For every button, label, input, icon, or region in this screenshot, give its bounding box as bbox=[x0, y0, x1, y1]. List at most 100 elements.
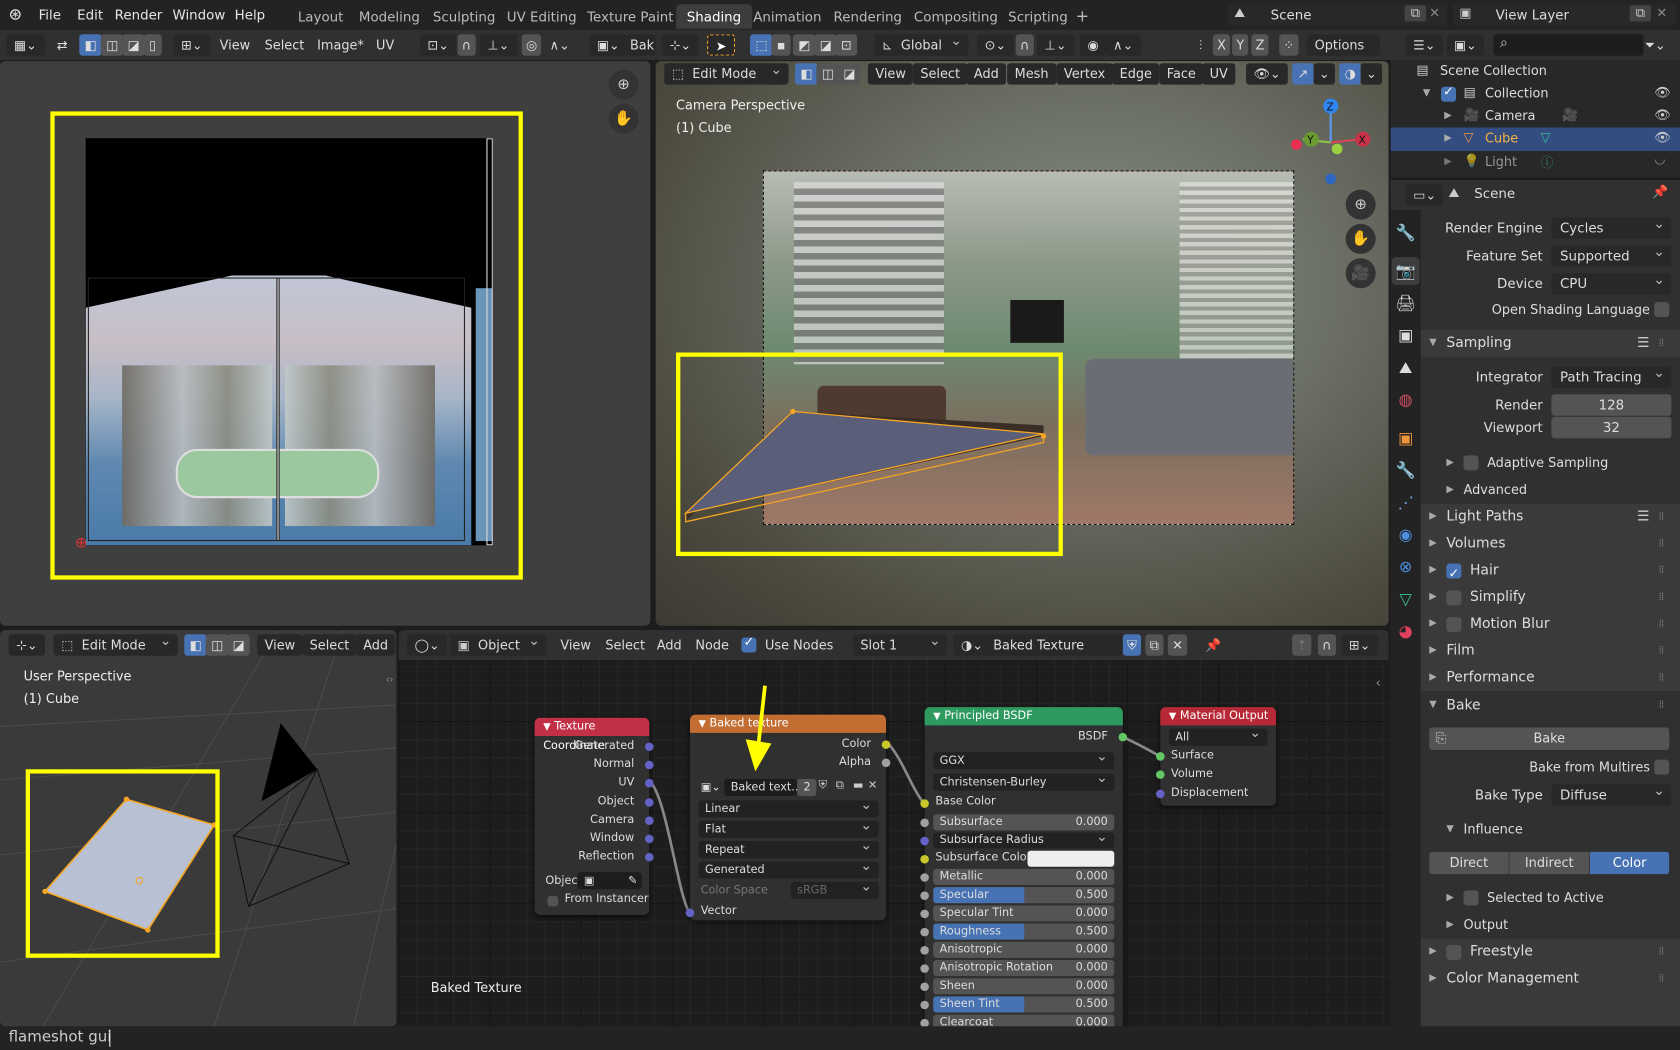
new-view-layer-icon[interactable]: ⧉ bbox=[1629, 5, 1652, 22]
node-editor[interactable]: ◯⌄ ▣ Object View Select Add Node Use Nod… bbox=[398, 629, 1389, 1027]
outliner-row-cube[interactable]: ▶ ▽ Cube ▽ 👁 bbox=[1390, 127, 1680, 152]
tab-uv-editing[interactable]: UV Editing bbox=[496, 4, 587, 29]
editor-type-button[interactable]: ▭⌄ bbox=[1405, 184, 1444, 206]
image-browse-icon[interactable]: ▣⌄ bbox=[589, 34, 628, 56]
extension-dropdown[interactable]: Repeat bbox=[698, 838, 879, 859]
menu-view[interactable]: View bbox=[212, 34, 258, 55]
new-scene-icon[interactable]: ⧉ bbox=[1404, 5, 1427, 22]
proportional-icon[interactable]: ◉ bbox=[1079, 34, 1107, 56]
advanced-subpanel[interactable]: ▶ Advanced bbox=[1421, 478, 1680, 502]
adaptive-sampling-checkbox[interactable] bbox=[1463, 455, 1479, 471]
select-box-icon[interactable]: ⬚ bbox=[749, 34, 773, 56]
scene-name[interactable]: Scene bbox=[1271, 6, 1312, 22]
new-image-icon[interactable]: ⧉ bbox=[836, 779, 844, 793]
node-image-texture[interactable]: ▼ Baked texture Color Alpha ▣⌄ Baked tex… bbox=[685, 714, 891, 921]
subsurface-slider[interactable]: Subsurface 0.000 bbox=[933, 814, 1115, 831]
output-object-socket[interactable] bbox=[644, 797, 654, 807]
output-alpha-socket[interactable] bbox=[881, 758, 891, 768]
source-dropdown[interactable]: Generated bbox=[698, 858, 879, 879]
fake-user-icon[interactable]: ⛨ bbox=[819, 779, 827, 793]
influence-direct-button[interactable]: Direct bbox=[1429, 851, 1510, 875]
input-displacement-socket[interactable] bbox=[1156, 789, 1165, 799]
input-clearcoat-socket[interactable] bbox=[920, 1018, 929, 1027]
adaptive-sampling-subpanel[interactable]: ▶ Adaptive Sampling bbox=[1421, 451, 1680, 475]
menu-help[interactable]: Help bbox=[228, 4, 271, 25]
input-volume-socket[interactable] bbox=[1156, 770, 1165, 779]
tab-modeling[interactable]: Modeling bbox=[348, 4, 430, 29]
bottom-viewport[interactable]: ⊹⌄ ⬚ Edit Mode ◧ ◫ ◪ View Select Add Use… bbox=[0, 629, 397, 1027]
panel-header-light-paths[interactable]: ▶ Light Paths ☰ ⁞⁞ bbox=[1420, 503, 1680, 531]
node-material-output[interactable]: ▼ Material Output All Surface Volume Dis… bbox=[1156, 707, 1277, 806]
menu-select[interactable]: Select bbox=[257, 34, 312, 55]
freestyle-checkbox[interactable] bbox=[1446, 944, 1462, 960]
drag-handle-icon[interactable]: ⁞⁞ bbox=[1659, 664, 1665, 691]
face-mode-icon[interactable]: ◪ bbox=[227, 634, 251, 656]
drag-handle-icon[interactable]: ⁞⁞ bbox=[1659, 692, 1665, 719]
drag-handle-icon[interactable]: ⁞⁞ bbox=[1659, 637, 1665, 664]
render-engine-dropdown[interactable]: Cycles bbox=[1551, 214, 1672, 239]
color-space-dropdown[interactable]: sRGB bbox=[790, 879, 879, 899]
osl-checkbox[interactable] bbox=[1654, 302, 1670, 318]
select-invert-icon[interactable]: ◪ bbox=[814, 34, 838, 56]
input-specular-socket[interactable] bbox=[920, 891, 929, 900]
outliner-row-light[interactable]: ▶ 💡 Light ⓘ ◡ bbox=[1391, 151, 1680, 173]
navigation-gizmo[interactable]: Z X Y bbox=[1290, 93, 1376, 189]
object-field[interactable]: ▣ ✎ bbox=[577, 872, 642, 890]
panel-header-motion-blur[interactable]: ▶ Motion Blur ⁞⁞ bbox=[1420, 610, 1680, 638]
mirror-y-button[interactable]: Y bbox=[1232, 34, 1249, 56]
pan-hand-icon[interactable]: ✋ bbox=[608, 103, 639, 134]
input-sheen-tint-socket[interactable] bbox=[920, 1000, 929, 1010]
menu-uv[interactable]: UV bbox=[369, 34, 402, 55]
feature-set-dropdown[interactable]: Supported bbox=[1551, 242, 1672, 267]
panel-header-simplify[interactable]: ▶ Simplify ⁞⁞ bbox=[1420, 583, 1680, 611]
from-instancer-checkbox[interactable] bbox=[547, 895, 559, 907]
eye-closed-icon[interactable]: ◡ bbox=[1654, 151, 1665, 166]
input-subsurface-radius-socket[interactable] bbox=[920, 836, 929, 846]
panel-checkbox[interactable] bbox=[1446, 617, 1462, 633]
clearcoat-slider[interactable]: Clearcoat 0.000 bbox=[933, 1014, 1115, 1027]
input-anisotropic-socket[interactable] bbox=[920, 946, 929, 955]
output-color-socket[interactable] bbox=[881, 740, 891, 749]
menu-file[interactable]: File bbox=[32, 4, 67, 25]
select-tool-icon[interactable]: ➤ bbox=[707, 34, 736, 56]
sheen-slider[interactable]: Sheen 0.000 bbox=[933, 978, 1115, 995]
node-texture-coordinate[interactable]: ▼ Texture Coordinate Generated Normal UV Ob… bbox=[534, 717, 654, 915]
options-dropdown[interactable]: Options bbox=[1307, 34, 1380, 56]
outliner-row-scene-collection[interactable]: ▤ Scene Collection bbox=[1391, 60, 1680, 82]
presets-icon[interactable]: ☰ bbox=[1637, 504, 1649, 531]
output-camera-socket[interactable] bbox=[644, 816, 654, 825]
view-layer-name[interactable]: View Layer bbox=[1496, 6, 1569, 22]
scene-selector[interactable]: ⛰ Scene ⧉ ✕ bbox=[1227, 3, 1448, 26]
output-target-dropdown[interactable]: All bbox=[1168, 725, 1268, 746]
transform-gizmo-icon[interactable]: ⊹⌄ bbox=[662, 34, 699, 56]
snap-toggle-icon[interactable]: ∩ bbox=[1015, 34, 1034, 56]
tab-layout[interactable]: Layout bbox=[287, 4, 354, 29]
drag-handle-icon[interactable]: ⁞⁞ bbox=[1659, 557, 1665, 584]
menu-image[interactable]: Image* bbox=[310, 34, 372, 55]
interpolation-dropdown[interactable]: Linear bbox=[698, 797, 879, 818]
outliner-row-camera[interactable]: ▶ 🎥 Camera 🎥 👁 bbox=[1391, 105, 1680, 127]
drag-handle-icon[interactable]: ⁞⁞ bbox=[1659, 584, 1665, 611]
object-tab-icon[interactable]: ▣ bbox=[1392, 424, 1420, 452]
delete-scene-icon[interactable]: ✕ bbox=[1429, 5, 1440, 20]
tab-shading[interactable]: Shading bbox=[676, 4, 752, 29]
expand-arrow-icon[interactable]: ▼ bbox=[1423, 88, 1430, 99]
camera-viewport[interactable]: ⬚ Edit Mode ◧ ◫ ◪ View Select Add Mesh V… bbox=[655, 61, 1389, 626]
snap-icon[interactable]: ∩ bbox=[457, 34, 476, 56]
render-tab-icon[interactable]: 📷 bbox=[1391, 257, 1420, 285]
input-metallic-socket[interactable] bbox=[920, 873, 929, 882]
metallic-slider[interactable]: Metallic 0.000 bbox=[933, 868, 1115, 885]
select-subtract-icon[interactable]: ◩ bbox=[792, 34, 816, 56]
vertex-mode-icon[interactable]: ◧ bbox=[184, 634, 208, 656]
pan-hand-icon[interactable]: ✋ bbox=[1345, 223, 1376, 254]
menu-select[interactable]: Select bbox=[302, 634, 357, 656]
input-vector-socket[interactable] bbox=[685, 908, 695, 918]
tab-texture-paint[interactable]: Texture Paint bbox=[576, 4, 684, 29]
input-base-color-socket[interactable] bbox=[920, 799, 929, 808]
expand-arrow-icon[interactable]: ▶ bbox=[1444, 110, 1451, 121]
eye-icon[interactable]: 👁 bbox=[1654, 107, 1670, 122]
constraints-tab-icon[interactable]: ⊗ bbox=[1392, 553, 1420, 581]
add-workspace-button[interactable]: + bbox=[1065, 4, 1100, 29]
collapse-region-icon[interactable]: ‹› bbox=[386, 675, 394, 686]
mirror-icon[interactable]: ⫶ bbox=[1191, 34, 1209, 55]
